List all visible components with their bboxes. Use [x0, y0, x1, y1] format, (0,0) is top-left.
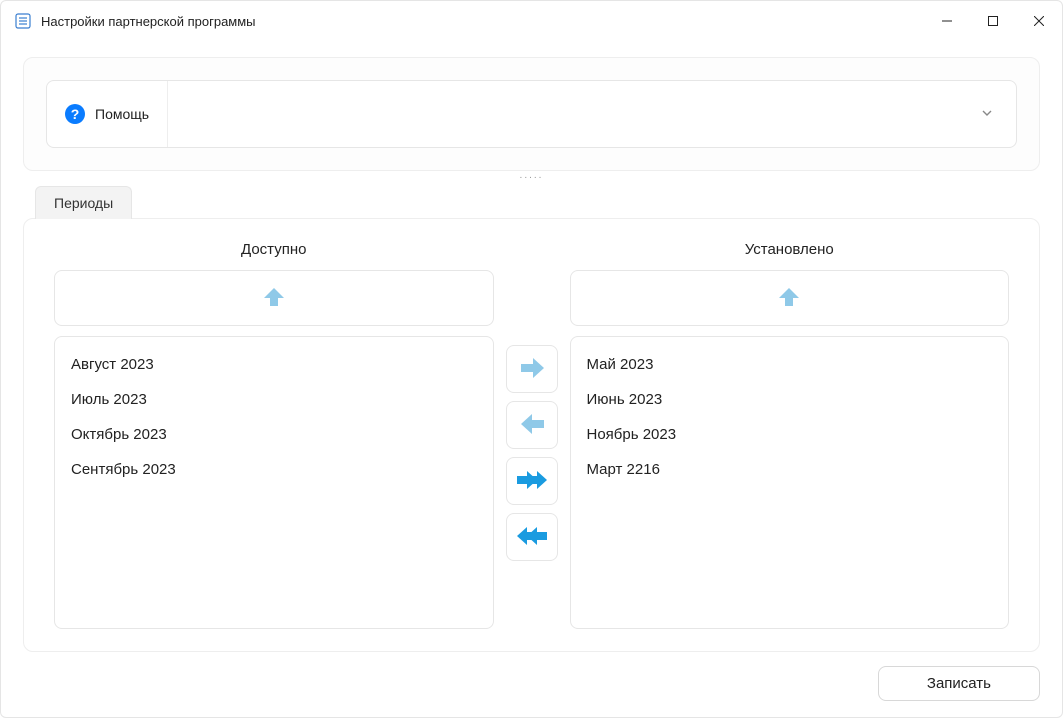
close-button[interactable] — [1016, 1, 1062, 41]
footer: Записать — [23, 652, 1040, 701]
titlebar: Настройки партнерской программы — [1, 1, 1062, 41]
list-item[interactable]: Июнь 2023 — [571, 382, 1009, 417]
double-arrow-right-icon — [515, 467, 549, 496]
list-item[interactable]: Октябрь 2023 — [55, 417, 493, 452]
content: ? Помощь ..... Периоды Доступно — [1, 41, 1062, 717]
tab-periods[interactable]: Периоды — [35, 186, 132, 219]
minimize-button[interactable] — [924, 1, 970, 41]
installed-header: Установлено — [570, 241, 1010, 258]
move-right-button[interactable] — [506, 345, 558, 393]
transfer-controls — [502, 241, 562, 629]
splitter-handle[interactable]: ..... — [23, 171, 1040, 185]
help-icon: ? — [65, 104, 85, 124]
help-label: Помощь — [95, 106, 149, 122]
available-column: Доступно Август 2023 Июль 2023 Октябрь 2… — [54, 241, 494, 629]
arrow-left-icon — [517, 411, 547, 440]
available-header: Доступно — [54, 241, 494, 258]
move-left-button[interactable] — [506, 401, 558, 449]
list-item[interactable]: Сентябрь 2023 — [55, 452, 493, 487]
save-button[interactable]: Записать — [878, 666, 1040, 701]
list-item[interactable]: Июль 2023 — [55, 382, 493, 417]
installed-column: Установлено Май 2023 Июнь 2023 Ноябрь 20… — [570, 241, 1010, 629]
arrow-up-icon — [775, 283, 803, 314]
list-item[interactable]: Август 2023 — [55, 347, 493, 382]
list-item[interactable]: Май 2023 — [571, 347, 1009, 382]
installed-up-button[interactable] — [570, 270, 1010, 326]
list-item[interactable]: Ноябрь 2023 — [571, 417, 1009, 452]
available-up-button[interactable] — [54, 270, 494, 326]
available-list[interactable]: Август 2023 Июль 2023 Октябрь 2023 Сентя… — [54, 336, 494, 629]
help-panel: ? Помощь — [23, 57, 1040, 171]
chevron-down-icon — [980, 106, 994, 123]
move-all-right-button[interactable] — [506, 457, 558, 505]
arrow-up-icon — [260, 283, 288, 314]
app-icon — [15, 13, 31, 29]
list-item[interactable]: Март 2216 — [571, 452, 1009, 487]
move-all-left-button[interactable] — [506, 513, 558, 561]
help-row: ? Помощь — [46, 80, 1017, 148]
window-title: Настройки партнерской программы — [41, 14, 256, 29]
window: Настройки партнерской программы ? Помощь — [0, 0, 1063, 718]
periods-panel: Доступно Август 2023 Июль 2023 Октябрь 2… — [23, 218, 1040, 652]
help-button[interactable]: ? Помощь — [47, 81, 168, 147]
installed-list[interactable]: Май 2023 Июнь 2023 Ноябрь 2023 Март 2216 — [570, 336, 1010, 629]
double-arrow-left-icon — [515, 523, 549, 552]
help-dropdown[interactable] — [168, 81, 1016, 147]
arrow-right-icon — [517, 355, 547, 384]
maximize-button[interactable] — [970, 1, 1016, 41]
tabs-row: Периоды — [23, 185, 1040, 218]
